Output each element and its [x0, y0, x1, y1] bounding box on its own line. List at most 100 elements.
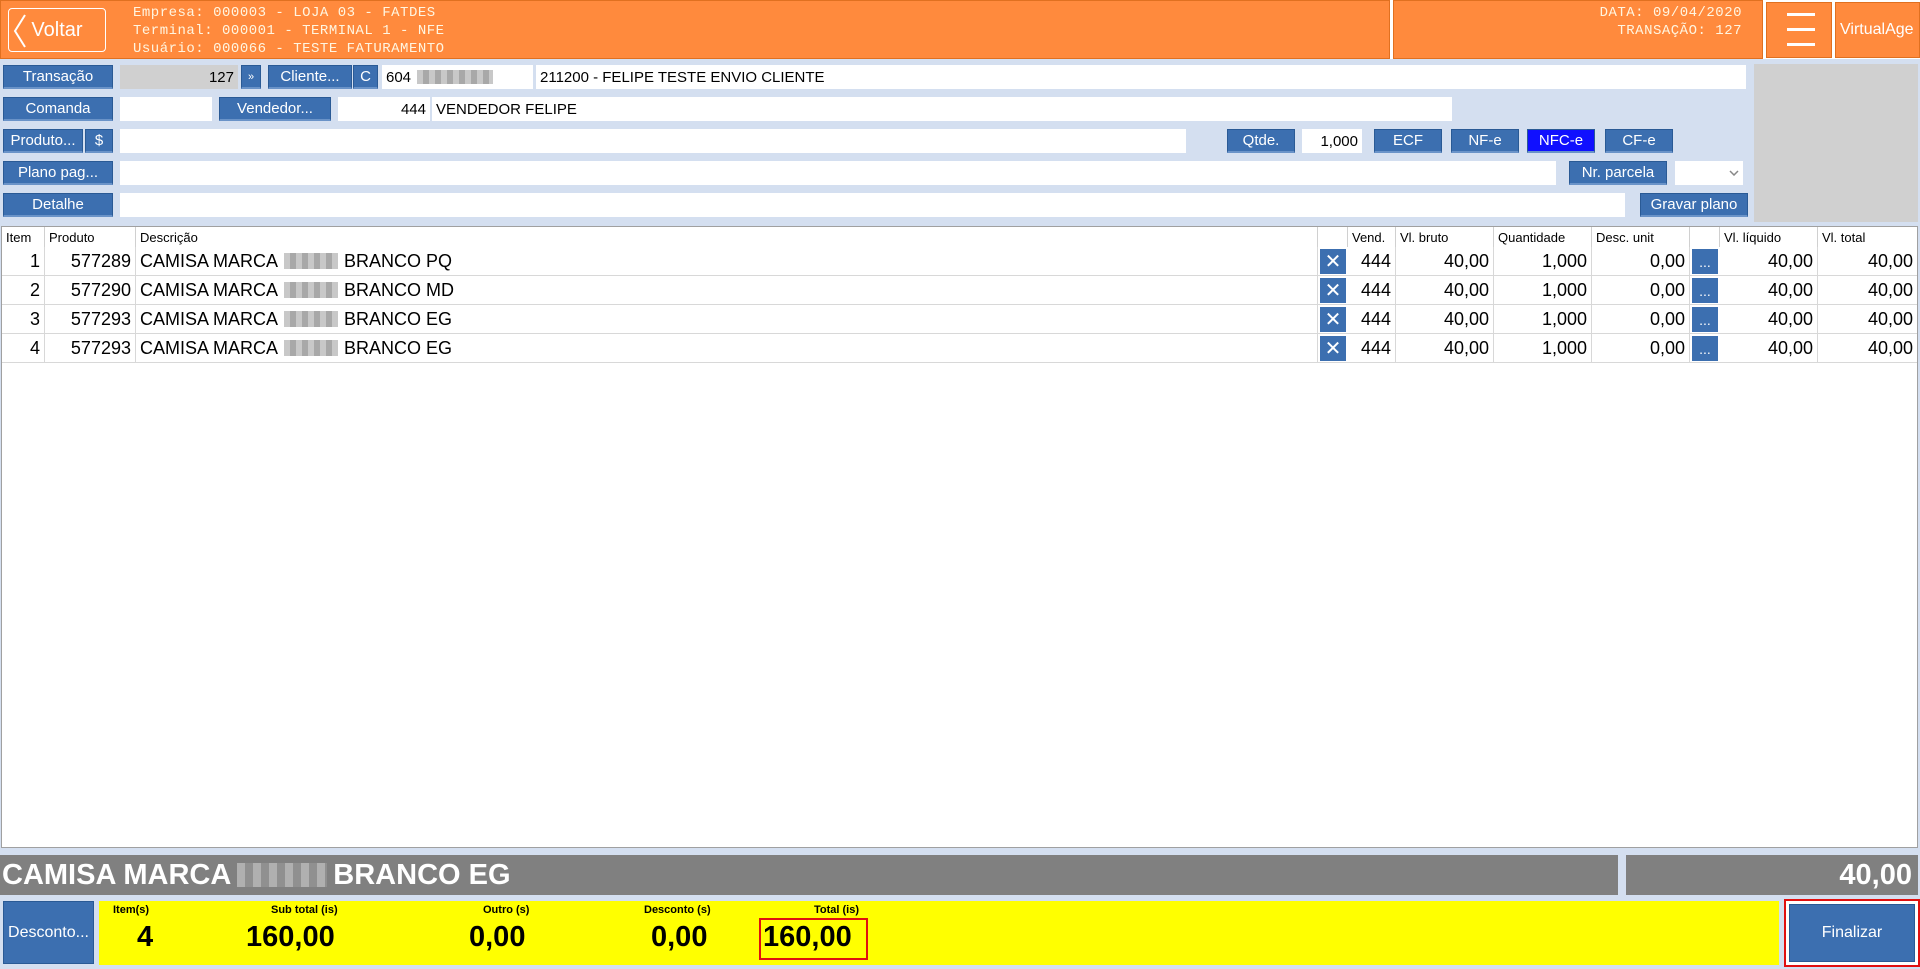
cell-descricao: CAMISA MARCA BRANCO PQ [136, 247, 1318, 275]
table-row[interactable]: 4 577293 CAMISA MARCA BRANCO EG ✕ 444 40,… [2, 334, 1917, 363]
back-button[interactable]: Voltar [8, 8, 106, 52]
redacted-block [284, 340, 339, 356]
header-date-panel: DATA: 09/04/2020 TRANSAÇÃO: 127 [1393, 0, 1763, 59]
cell-desc-unit: 0,00 [1592, 305, 1690, 333]
column-header-produto: Produto [45, 227, 136, 247]
finalizar-button[interactable]: Finalizar [1789, 904, 1915, 962]
desc-part: BRANCO EG [344, 337, 453, 358]
comanda-field[interactable] [120, 97, 212, 121]
cell-descricao: CAMISA MARCA BRANCO EG [136, 334, 1318, 362]
ecf-button[interactable]: ECF [1374, 129, 1442, 153]
side-panel [1754, 64, 1918, 222]
detalhe-button[interactable]: Detalhe [3, 193, 113, 217]
hamburger-line [1787, 43, 1815, 46]
produto-field[interactable] [120, 129, 1186, 153]
menu-button[interactable] [1766, 2, 1832, 58]
table-row[interactable]: 1 577289 CAMISA MARCA BRANCO PQ ✕ 444 40,… [2, 247, 1917, 276]
transaction-text: TRANSAÇÃO: 127 [1617, 23, 1742, 39]
nr-parcela-select[interactable] [1675, 161, 1743, 185]
detalhe-field[interactable] [120, 193, 1625, 217]
row-more-button[interactable]: ... [1692, 278, 1718, 303]
cliente-c-button[interactable]: C [353, 65, 378, 89]
redacted-block [237, 863, 328, 887]
back-label: Voltar [31, 18, 83, 41]
cliente-code-field[interactable]: 604 [382, 65, 533, 89]
plano-pagamento-button[interactable]: Plano pag... [3, 161, 113, 185]
hamburger-line [1787, 28, 1815, 31]
column-header-vl-bruto: Vl. bruto [1396, 227, 1494, 247]
cell-item: 4 [2, 334, 45, 362]
cell-desc-unit: 0,00 [1592, 334, 1690, 362]
items-value: 4 [137, 921, 154, 953]
selected-desc-part: CAMISA MARCA [2, 858, 232, 891]
desc-part: CAMISA MARCA [140, 308, 279, 329]
close-icon[interactable]: ✕ [1320, 249, 1346, 274]
cell-vend: 444 [1348, 305, 1396, 333]
cell-item: 3 [2, 305, 45, 333]
cell-vl-total: 40,00 [1867, 250, 1913, 271]
cell-item: 1 [2, 247, 45, 275]
column-header-remove [1318, 227, 1348, 247]
cell-vl-liquido: 40,00 [1720, 276, 1818, 304]
totals-bar: Item(s) 4 Sub total (is) 160,00 Outro (s… [99, 901, 1779, 965]
comanda-button[interactable]: Comanda [3, 97, 113, 121]
finalizar-highlight: Finalizar [1784, 899, 1920, 967]
transacao-field[interactable]: 127 [120, 65, 238, 89]
vendedor-button[interactable]: Vendedor... [219, 97, 331, 121]
nr-parcela-button[interactable]: Nr. parcela [1569, 161, 1667, 185]
desc-part: CAMISA MARCA [140, 337, 279, 358]
cell-vl-liquido: 40,00 [1720, 334, 1818, 362]
transacao-arrow-button[interactable]: » [241, 65, 261, 89]
selected-item-description: CAMISA MARCA BRANCO EG [0, 855, 1618, 895]
cell-vl-total: 40,00 [1867, 279, 1913, 300]
redacted-block [284, 282, 339, 298]
redacted-block [284, 253, 339, 269]
cell-desc-unit: 0,00 [1592, 276, 1690, 304]
close-icon[interactable]: ✕ [1320, 336, 1346, 361]
row-more-button[interactable]: ... [1692, 307, 1718, 332]
cell-vl-liquido: 40,00 [1720, 247, 1818, 275]
column-header-more [1690, 227, 1720, 247]
plano-pagamento-field[interactable] [120, 161, 1556, 185]
qtde-field[interactable]: 1,000 [1302, 129, 1362, 153]
total-label: Total (is) [814, 904, 860, 916]
gravar-plano-button[interactable]: Gravar plano [1640, 193, 1748, 217]
column-header-descricao: Descrição [136, 227, 1318, 247]
cell-vl-liquido: 40,00 [1720, 305, 1818, 333]
subtotal-value: 160,00 [246, 921, 335, 953]
nfce-button[interactable]: NFC-e [1527, 129, 1595, 153]
table-row[interactable]: 2 577290 CAMISA MARCA BRANCO MD ✕ 444 40,… [2, 276, 1917, 305]
produto-button[interactable]: Produto... [3, 129, 83, 153]
cfe-button[interactable]: CF-e [1605, 129, 1673, 153]
desconto-label: Desconto (s) [644, 904, 711, 916]
selected-desc-part: BRANCO EG [333, 858, 511, 891]
cliente-name-field: 211200 - FELIPE TESTE ENVIO CLIENTE [536, 65, 1746, 89]
cell-vl-bruto: 40,00 [1396, 276, 1494, 304]
desc-part: BRANCO MD [344, 279, 455, 300]
cell-vl-total: 40,00 [1867, 308, 1913, 329]
desconto-value: 0,00 [651, 921, 708, 953]
price-button[interactable]: $ [85, 129, 113, 153]
vendedor-code-field[interactable]: 444 [338, 97, 430, 121]
cell-descricao: CAMISA MARCA BRANCO MD [136, 276, 1318, 304]
total-value: 160,00 [763, 921, 852, 953]
date-text: DATA: 09/04/2020 [1599, 5, 1742, 21]
desconto-button[interactable]: Desconto... [3, 901, 94, 964]
cliente-button[interactable]: Cliente... [268, 65, 352, 89]
transacao-button[interactable]: Transação [3, 65, 113, 89]
qtde-button[interactable]: Qtde. [1227, 129, 1295, 153]
outro-label: Outro (s) [483, 904, 530, 916]
column-header-quantidade: Quantidade [1494, 227, 1592, 247]
virtualage-button[interactable]: VirtualAge [1835, 2, 1920, 58]
session-info: Empresa: 000003 - LOJA 03 - FATDES Termi… [133, 4, 445, 58]
row-more-button[interactable]: ... [1692, 249, 1718, 274]
vendedor-name-field: VENDEDOR FELIPE [432, 97, 1452, 121]
row-more-button[interactable]: ... [1692, 336, 1718, 361]
table-row[interactable]: 3 577293 CAMISA MARCA BRANCO EG ✕ 444 40,… [2, 305, 1917, 334]
nfe-button[interactable]: NF-e [1451, 129, 1519, 153]
close-icon[interactable]: ✕ [1320, 307, 1346, 332]
cell-quantidade: 1,000 [1494, 334, 1592, 362]
column-header-vl-total: Vl. total [1822, 229, 1866, 245]
close-icon[interactable]: ✕ [1320, 278, 1346, 303]
cell-quantidade: 1,000 [1494, 305, 1592, 333]
